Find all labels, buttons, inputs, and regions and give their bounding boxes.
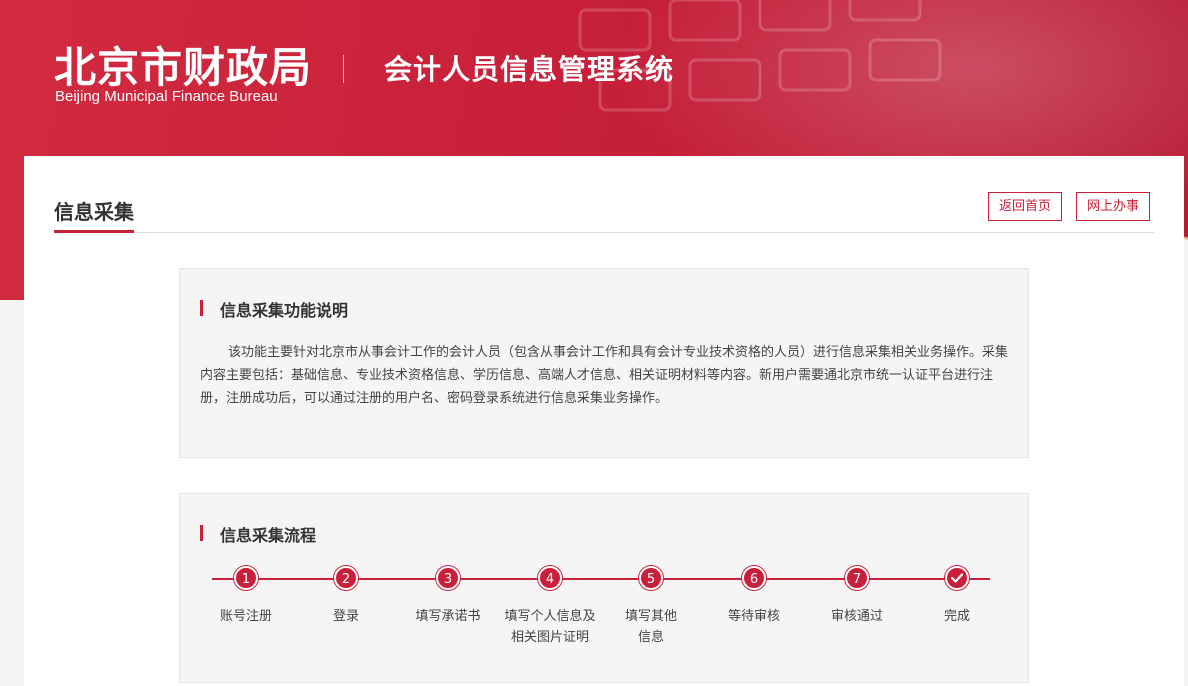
title-rule xyxy=(54,232,1154,233)
flow-step-7: 7 审核通过 xyxy=(802,566,912,627)
step-label: 账号注册 xyxy=(219,609,272,624)
step-number: 4 xyxy=(538,566,562,590)
page-title: 信息采集 xyxy=(54,200,134,224)
step-label: 填写个人信息及相关图片证明 xyxy=(504,609,596,645)
flow-step-4: 4 填写个人信息及相关图片证明 xyxy=(495,566,605,648)
flow-step-8: 完成 xyxy=(902,566,1012,627)
page-title-underline xyxy=(54,230,134,233)
logo-english: Beijing Municipal Finance Bureau xyxy=(55,88,278,105)
flow-step-2: 2 登录 xyxy=(291,566,401,627)
flow-heading: 信息采集流程 xyxy=(200,522,316,546)
step-number: 1 xyxy=(234,566,258,590)
step-number: 2 xyxy=(334,566,358,590)
step-number: 5 xyxy=(639,566,663,590)
main-card: 信息采集 返回首页 网上办事 信息采集功能说明 该功能主要针对北京市从事会计工作… xyxy=(24,156,1184,686)
flow-step-6: 6 等待审核 xyxy=(699,566,809,627)
flow-step-3: 3 填写承诺书 xyxy=(393,566,503,627)
description-heading: 信息采集功能说明 xyxy=(200,297,348,321)
logo-chinese: 北京市财政局 xyxy=(54,43,313,92)
step-label: 填写其他信息 xyxy=(624,609,677,645)
flow-panel: 信息采集流程 1 账号注册 2 登录 3 填写承诺书 4 填写个人信息及相关图片… xyxy=(179,493,1029,683)
step-label: 登录 xyxy=(332,609,359,624)
step-number: 6 xyxy=(742,566,766,590)
flow-step-5: 5 填写其他信息 xyxy=(596,566,706,648)
step-number: 3 xyxy=(436,566,460,590)
step-number: 7 xyxy=(845,566,869,590)
step-label: 审核通过 xyxy=(830,609,883,624)
back-home-button[interactable]: 返回首页 xyxy=(988,192,1063,221)
online-service-button[interactable]: 网上办事 xyxy=(1076,192,1151,221)
description-panel: 信息采集功能说明 该功能主要针对北京市从事会计工作的会计人员（包含从事会计工作和… xyxy=(179,268,1029,458)
step-label: 完成 xyxy=(943,609,970,624)
step-label: 填写承诺书 xyxy=(415,609,481,624)
flow-step-1: 1 账号注册 xyxy=(191,566,301,627)
description-text: 该功能主要针对北京市从事会计工作的会计人员（包含从事会计工作和具有会计专业技术资… xyxy=(200,345,1009,406)
check-icon xyxy=(945,566,969,590)
step-label: 等待审核 xyxy=(727,609,780,624)
header-divider xyxy=(343,55,344,83)
system-title: 会计人员信息管理系统 xyxy=(384,53,675,86)
